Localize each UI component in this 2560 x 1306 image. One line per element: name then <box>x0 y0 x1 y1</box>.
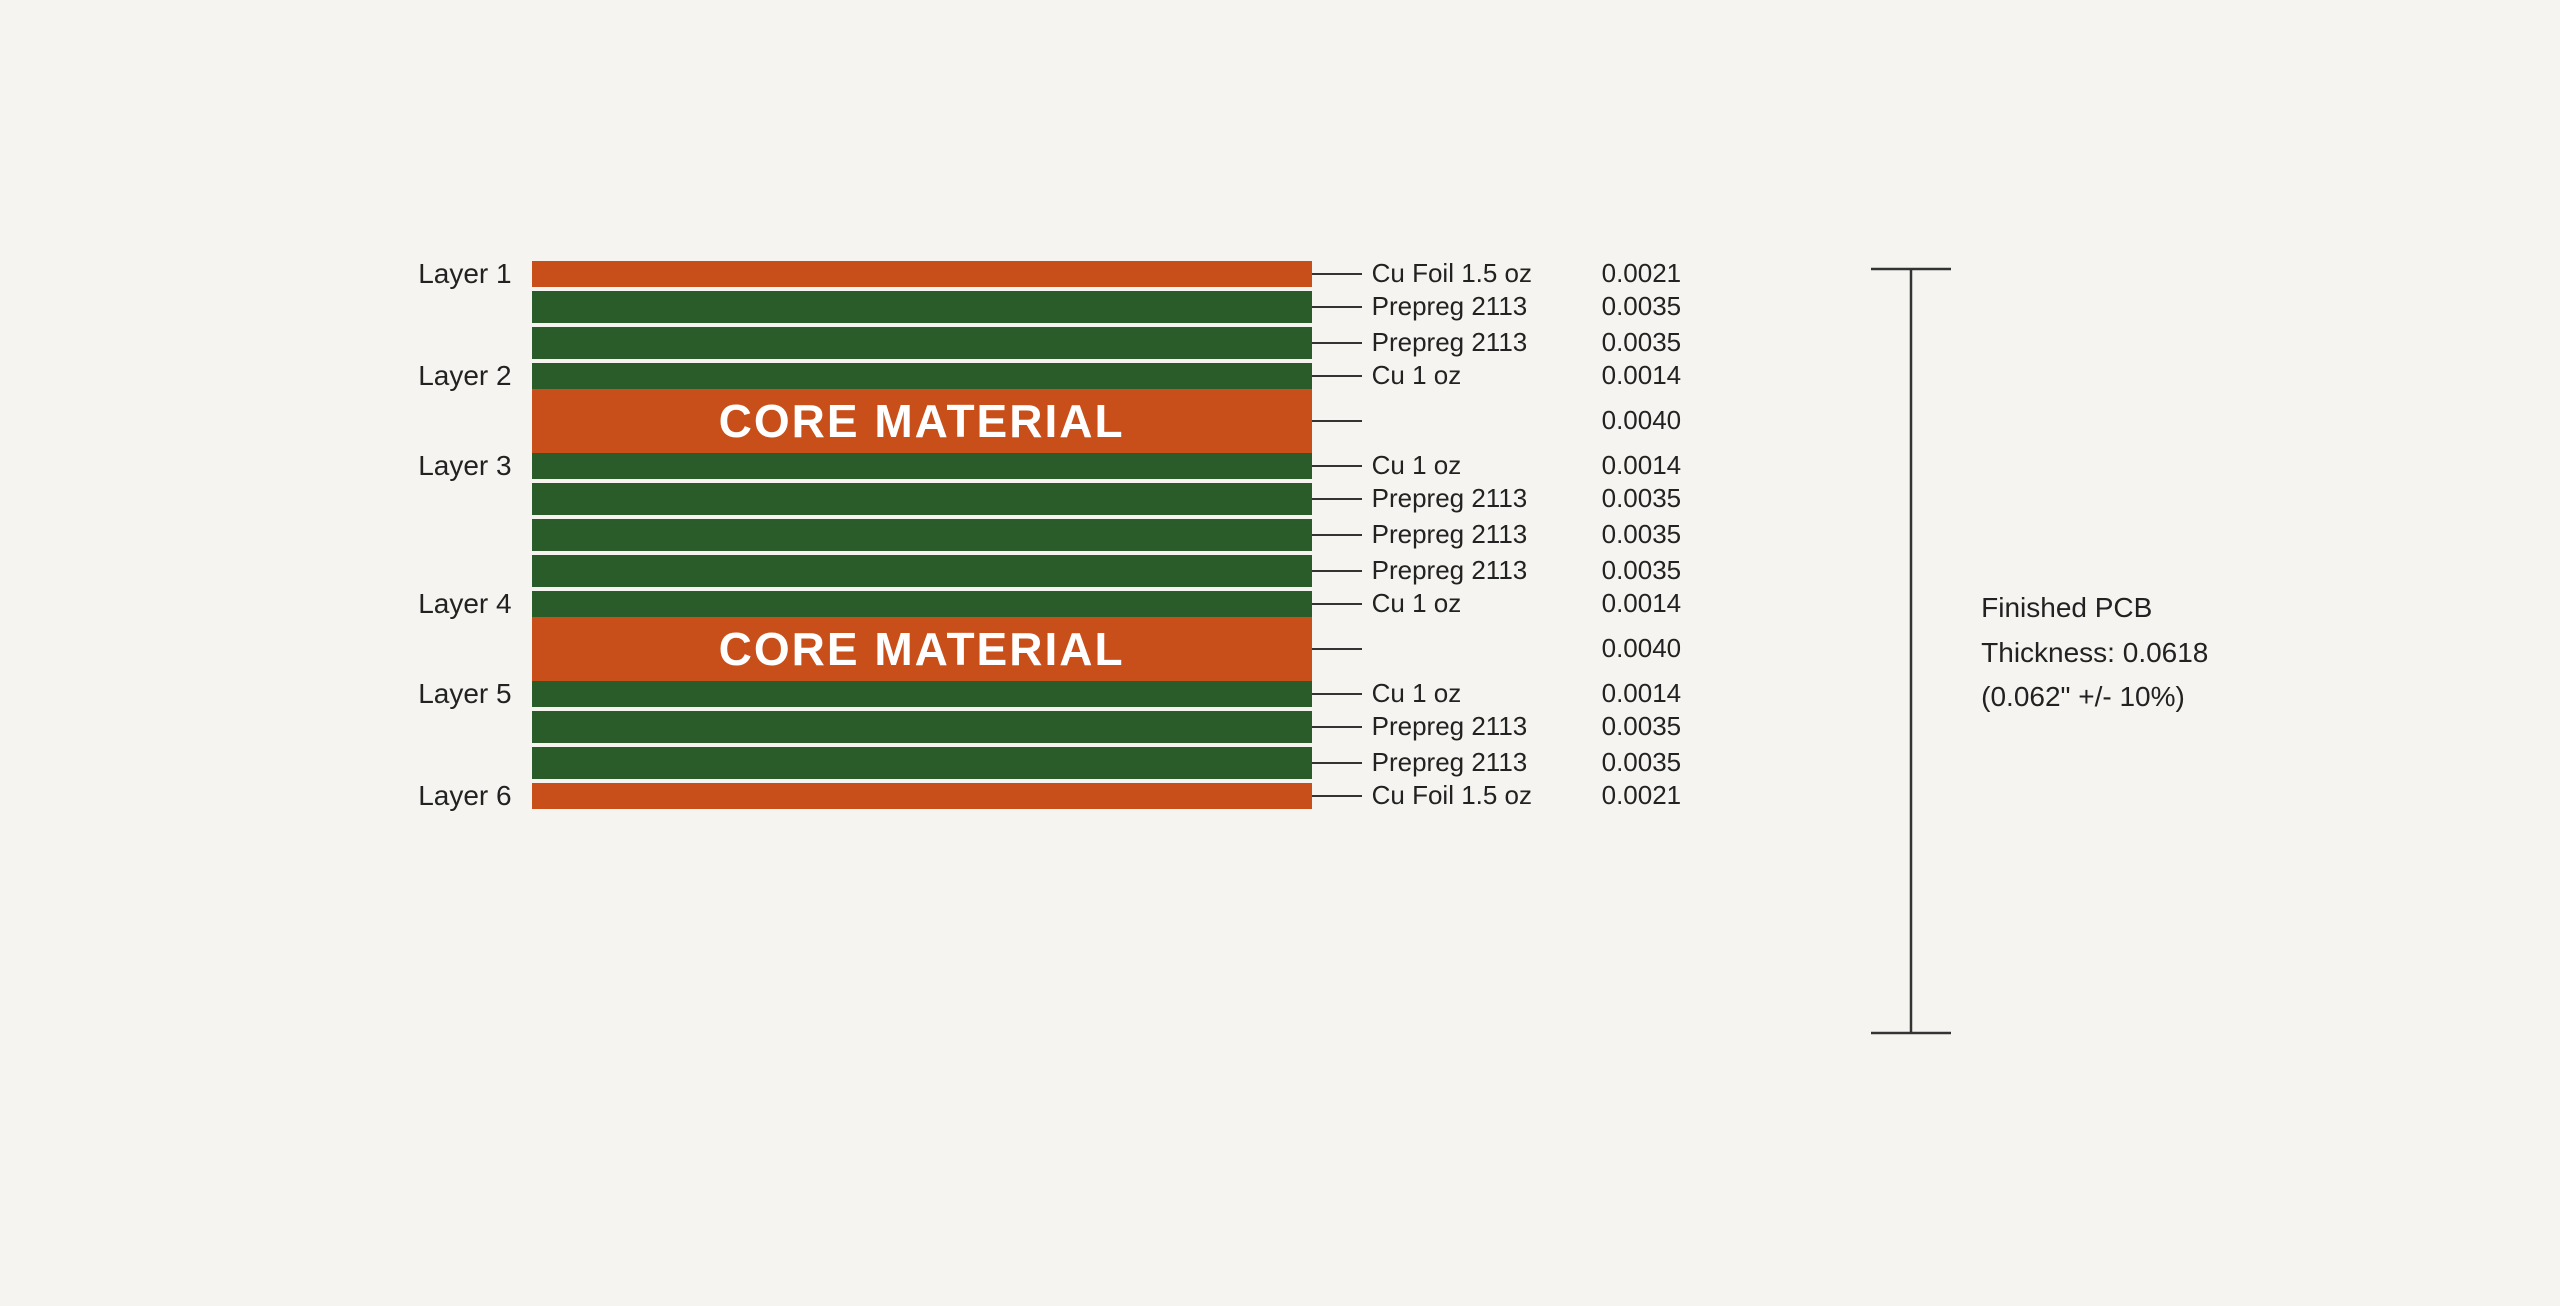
ann-thick-2: 0.0035 <box>1602 327 1682 358</box>
ann-thick-13: 0.0035 <box>1602 747 1682 778</box>
core1-label: CORE MATERIAL <box>719 394 1125 448</box>
ann-thick-6: 0.0035 <box>1602 483 1682 514</box>
dimension-label: Finished PCB Thickness: 0.0618 (0.062" +… <box>1981 261 2208 1046</box>
layer-6-label: Layer 6 <box>418 780 511 812</box>
bar-layer2 <box>532 363 1312 389</box>
layer-1-label: Layer 1 <box>418 258 511 290</box>
core2-label: CORE MATERIAL <box>719 622 1125 676</box>
ann-thick-5: 0.0014 <box>1602 450 1682 481</box>
dim-line3: (0.062" +/- 10%) <box>1981 675 2208 720</box>
core1-middle: CORE MATERIAL <box>532 389 1312 453</box>
ann-thick-3: 0.0014 <box>1602 360 1682 391</box>
dim-line1: Finished PCB <box>1981 586 2208 631</box>
ann-thick-14: 0.0021 <box>1602 780 1682 811</box>
ann-material-12: Prepreg 2113 <box>1372 711 1602 742</box>
layer-3-label: Layer 3 <box>418 450 511 482</box>
bars-column: CORE MATERIAL CORE MATERIAL <box>532 261 1312 809</box>
layer-4-label: Layer 4 <box>418 588 511 620</box>
layer-labels-column: Layer 1 Layer 2 Layer 3 <box>352 261 532 809</box>
ann-thick-8: 0.0035 <box>1602 555 1682 586</box>
ann-material-9: Cu 1 oz <box>1372 588 1602 619</box>
ann-thick-0: 0.0021 <box>1602 258 1682 289</box>
bar-layer4 <box>532 591 1312 617</box>
bar-layer6 <box>532 783 1312 809</box>
bar-prepreg5 <box>532 555 1312 587</box>
ann-material-0: Cu Foil 1.5 oz <box>1372 258 1602 289</box>
ann-thick-9: 0.0014 <box>1602 588 1682 619</box>
ann-material-5: Cu 1 oz <box>1372 450 1602 481</box>
ann-thick-12: 0.0035 <box>1602 711 1682 742</box>
ann-material-2: Prepreg 2113 <box>1372 327 1602 358</box>
ann-material-6: Prepreg 2113 <box>1372 483 1602 514</box>
dim-line2: Thickness: 0.0618 <box>1981 631 2208 676</box>
bar-layer5 <box>532 681 1312 707</box>
bar-prepreg1 <box>532 291 1312 323</box>
bar-layer1 <box>532 261 1312 287</box>
bar-prepreg2 <box>532 327 1312 359</box>
ann-thick-1: 0.0035 <box>1602 291 1682 322</box>
tbar-indicator <box>1861 261 1961 1046</box>
layer-5-label: Layer 5 <box>418 678 511 710</box>
bar-layer3 <box>532 453 1312 479</box>
ann-material-3: Cu 1 oz <box>1372 360 1602 391</box>
dimension-section: Finished PCB Thickness: 0.0618 (0.062" +… <box>1861 261 2208 1046</box>
ann-material-13: Prepreg 2113 <box>1372 747 1602 778</box>
ann-thick-7: 0.0035 <box>1602 519 1682 550</box>
bar-prepreg3 <box>532 483 1312 515</box>
layer-2-label: Layer 2 <box>418 360 511 392</box>
ann-material-14: Cu Foil 1.5 oz <box>1372 780 1602 811</box>
bar-prepreg7 <box>532 747 1312 779</box>
ann-material-1: Prepreg 2113 <box>1372 291 1602 322</box>
ann-thick-10: 0.0040 <box>1602 633 1682 664</box>
core2-middle: CORE MATERIAL <box>532 617 1312 681</box>
bar-prepreg6 <box>532 711 1312 743</box>
ann-material-8: Prepreg 2113 <box>1372 555 1602 586</box>
ann-thick-11: 0.0014 <box>1602 678 1682 709</box>
annotations-column: Cu Foil 1.5 oz 0.0021 Prepreg 2113 0.003… <box>1312 261 1682 809</box>
bar-prepreg4 <box>532 519 1312 551</box>
stackup-diagram: Layer 1 Layer 2 Layer 3 <box>352 261 1682 1046</box>
ann-material-11: Cu 1 oz <box>1372 678 1602 709</box>
ann-material-7: Prepreg 2113 <box>1372 519 1602 550</box>
ann-thick-4: 0.0040 <box>1602 405 1682 436</box>
